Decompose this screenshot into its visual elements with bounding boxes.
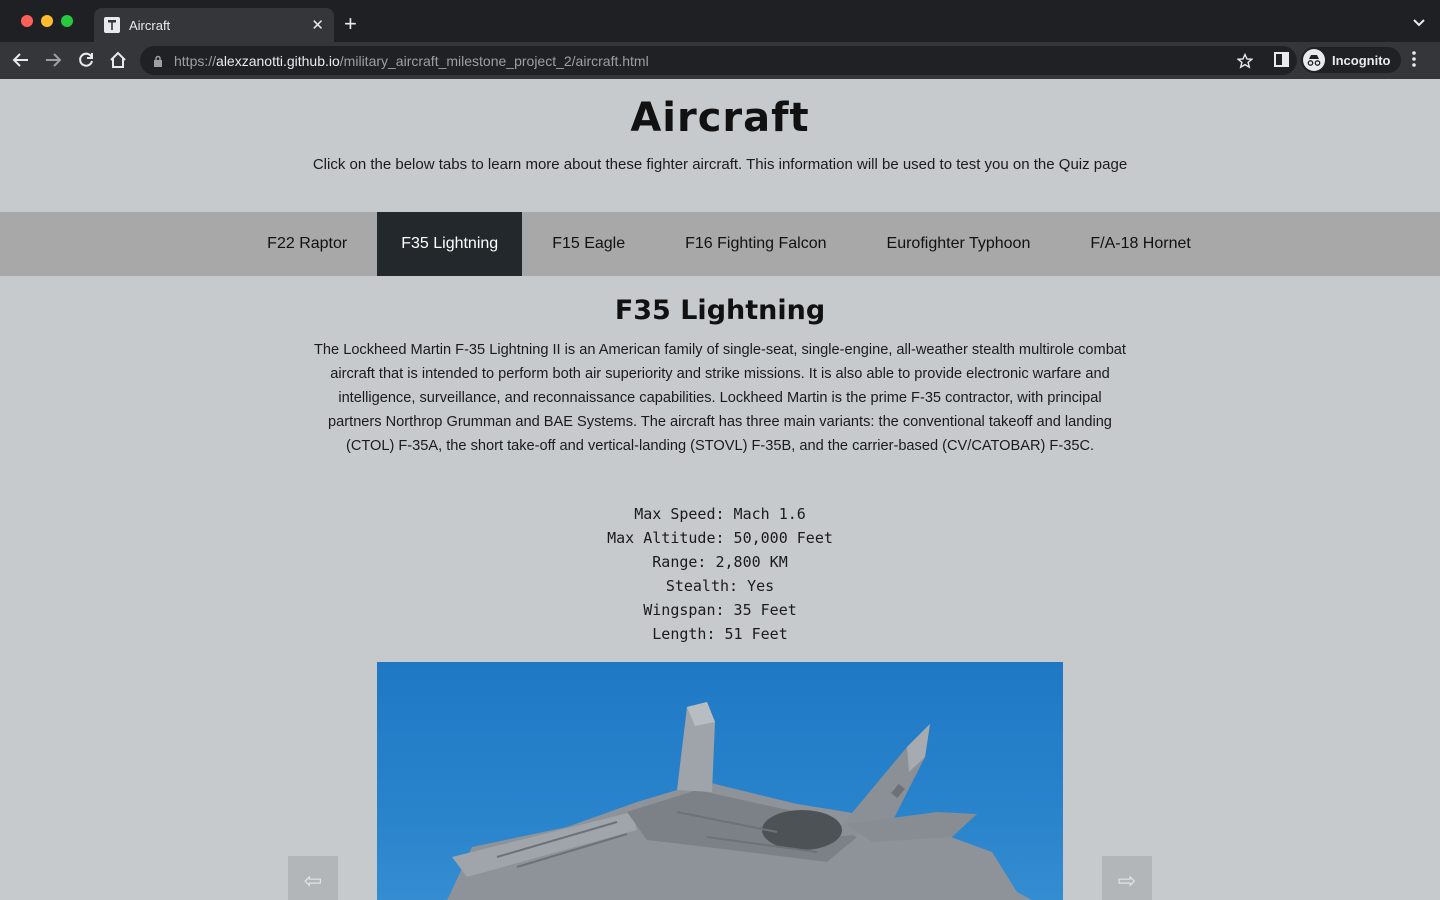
tab-title: Aircraft: [129, 17, 171, 33]
page-title: Aircraft: [630, 95, 810, 141]
close-tab-icon[interactable]: ✕: [311, 16, 324, 34]
tab-eurofighter-typhoon[interactable]: Eurofighter Typhoon: [857, 212, 1061, 276]
tab-f16-fighting-falcon[interactable]: F16 Fighting Falcon: [655, 212, 856, 276]
incognito-icon: [1303, 49, 1325, 71]
next-arrow-button[interactable]: ⇨: [1102, 856, 1152, 900]
aircraft-name-heading: F35 Lightning: [614, 295, 826, 326]
bookmark-star-icon[interactable]: [1237, 53, 1253, 69]
aircraft-photo: [377, 662, 1063, 900]
side-panel-icon[interactable]: [1274, 52, 1289, 67]
tab-fa18-hornet[interactable]: F/A-18 Hornet: [1060, 212, 1220, 276]
browser-chrome: Aircraft ✕ + https://alexzanotti.github.…: [0, 0, 1440, 79]
new-tab-plus-icon[interactable]: +: [344, 12, 357, 36]
page-viewport: Aircraft Click on the below tabs to lear…: [0, 79, 1440, 900]
aircraft-tab-bar: F22 Raptor F35 Lightning F15 Eagle F16 F…: [0, 212, 1440, 276]
home-icon[interactable]: [108, 50, 128, 70]
close-window-button[interactable]: [21, 15, 33, 27]
back-arrow-icon[interactable]: [11, 50, 31, 70]
page-subtitle: Click on the below tabs to learn more ab…: [312, 156, 1128, 173]
spec-wingspan: Wingspan: 35 Feet: [643, 601, 797, 619]
spec-range: Range: 2,800 KM: [652, 553, 788, 571]
browser-toolbar: https://alexzanotti.github.io/military_a…: [0, 42, 1440, 79]
spec-max-altitude: Max Altitude: 50,000 Feet: [607, 529, 833, 547]
previous-arrow-button[interactable]: ⇦: [288, 856, 338, 900]
url-path: /military_aircraft_milestone_project_2/a…: [339, 52, 649, 69]
address-bar[interactable]: https://alexzanotti.github.io/military_a…: [140, 46, 1297, 75]
spec-length: Length: 51 Feet: [652, 625, 788, 643]
site-favicon-icon: [104, 17, 120, 33]
aircraft-description: The Lockheed Martin F-35 Lightning II is…: [314, 342, 1126, 454]
tab-search-chevron-icon[interactable]: [1412, 16, 1426, 30]
browser-menu-icon[interactable]: [1412, 51, 1416, 67]
browser-tab[interactable]: Aircraft ✕: [94, 8, 334, 42]
tab-f22-raptor[interactable]: F22 Raptor: [237, 212, 377, 276]
aircraft-specs-list: Max Speed: Mach 1.6 Max Altitude: 50,000…: [0, 502, 1440, 646]
forward-arrow-icon[interactable]: [43, 50, 63, 70]
lock-icon: [154, 55, 162, 67]
tab-f15-eagle[interactable]: F15 Eagle: [522, 212, 655, 276]
url-host: alexzanotti.github.io: [216, 52, 340, 69]
maximize-window-button[interactable]: [61, 15, 73, 27]
f35-jet-illustration: [447, 702, 1032, 900]
window-controls: [21, 15, 73, 27]
spec-stealth: Stealth: Yes: [665, 577, 775, 595]
minimize-window-button[interactable]: [41, 15, 53, 27]
incognito-profile-button[interactable]: Incognito: [1301, 47, 1401, 73]
reload-icon[interactable]: [76, 50, 96, 70]
url-scheme: https://: [174, 52, 217, 69]
profile-label: Incognito: [1332, 52, 1391, 68]
spec-max-speed: Max Speed: Mach 1.6: [634, 505, 806, 523]
tab-f35-lightning[interactable]: F35 Lightning: [377, 212, 523, 276]
